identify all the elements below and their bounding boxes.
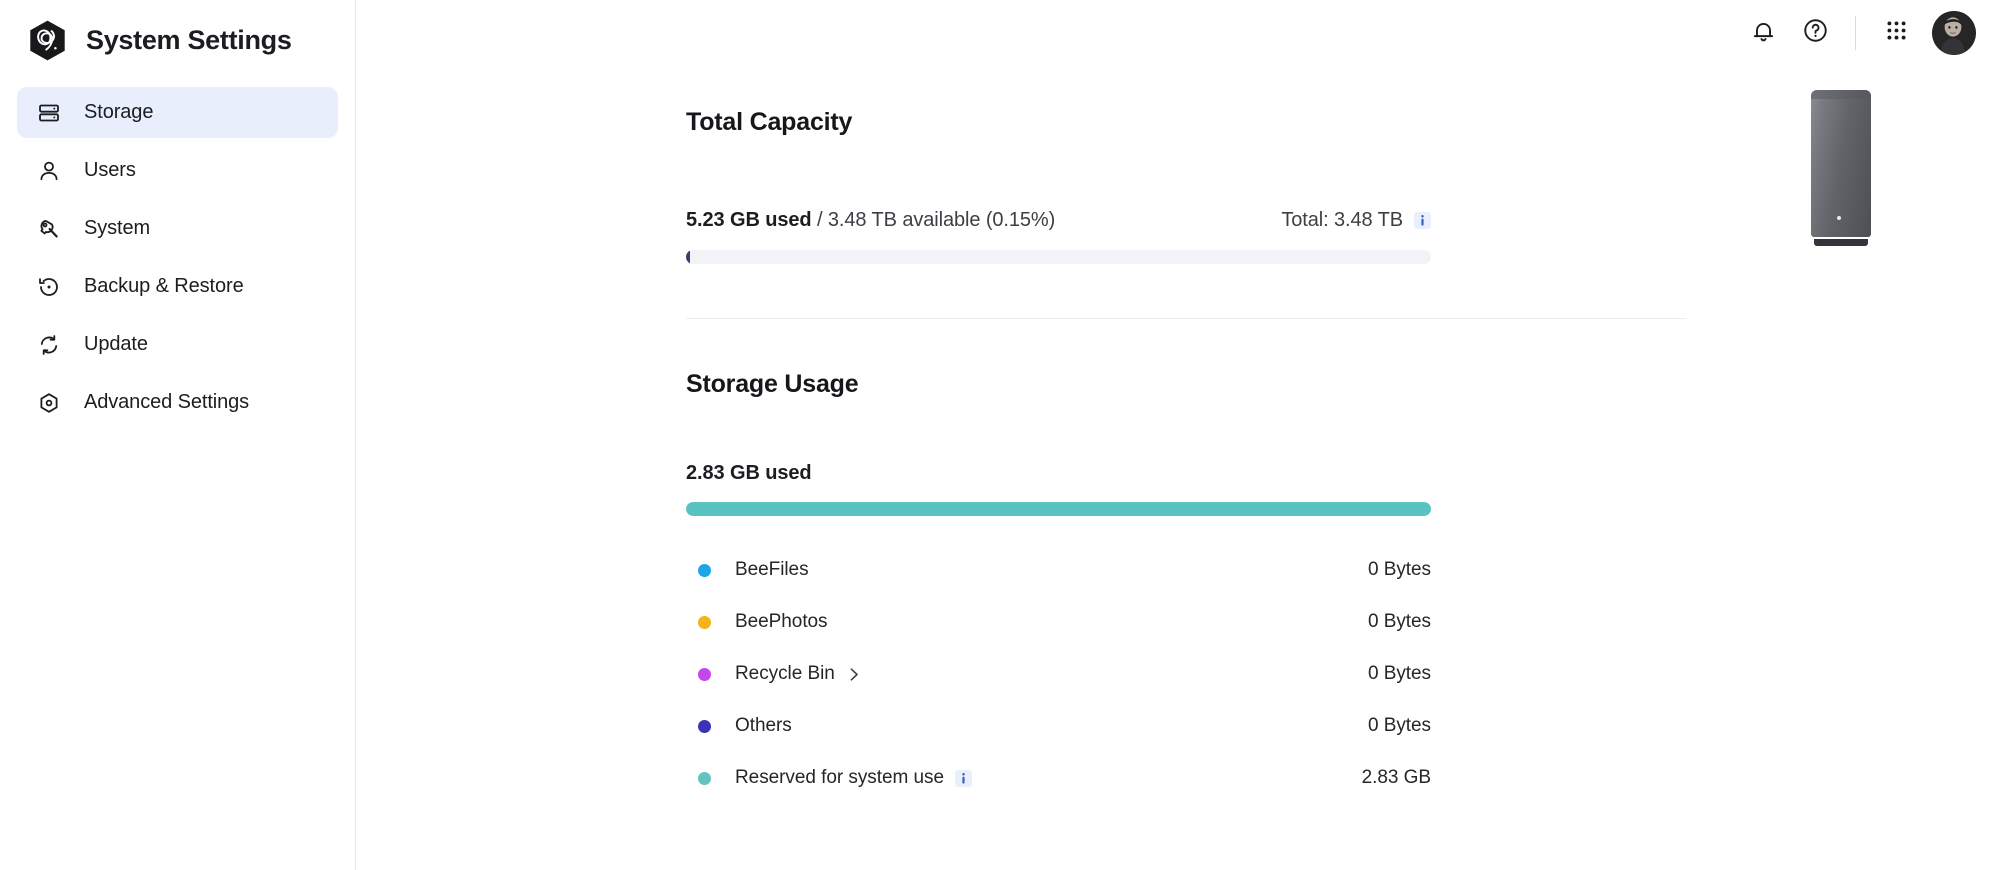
app-title: System Settings	[86, 24, 292, 55]
storage-usage-title: Storage Usage	[686, 370, 859, 398]
capacity-info-icon[interactable]	[1414, 212, 1431, 229]
refresh-sync-icon	[36, 332, 62, 358]
main-area: Total Capacity 5.23 GB used / 3.48 TB av…	[356, 0, 2000, 870]
bell-icon	[1750, 17, 1777, 49]
bee-hex-logo-icon	[26, 19, 69, 62]
storage-usage-progress-fill	[686, 502, 1431, 516]
sidebar-item-label: Users	[84, 159, 136, 181]
list-item[interactable]: Reserved for system use 2.83 GB	[686, 752, 1431, 804]
sidebar-item-advanced-settings[interactable]: Advanced Settings	[17, 377, 338, 428]
sidebar-item-label: Backup & Restore	[84, 275, 244, 297]
system-settings-window: System Settings Storage Users System Bac…	[0, 0, 2000, 870]
brand-header: System Settings	[0, 0, 355, 66]
sidebar-item-label: Update	[84, 333, 148, 355]
legend-value: 2.83 GB	[1361, 767, 1431, 788]
help-circle-icon	[1802, 17, 1829, 49]
capacity-used-text: 5.23 GB used / 3.48 TB available (0.15%)	[686, 209, 1055, 232]
sidebar-item-backup-restore[interactable]: Backup & Restore	[17, 261, 338, 312]
legend-value: 0 Bytes	[1367, 663, 1431, 684]
section-divider	[686, 318, 1686, 319]
capacity-total-text: Total: 3.48 TB	[1281, 209, 1403, 231]
list-item[interactable]: BeePhotos 0 Bytes	[686, 596, 1431, 648]
list-item[interactable]: Others 0 Bytes	[686, 700, 1431, 752]
total-capacity-progress-fill	[686, 250, 690, 264]
legend-value: 0 Bytes	[1367, 559, 1431, 580]
legend-color-dot	[698, 719, 711, 733]
restore-clock-icon	[36, 274, 62, 300]
legend-label: Others	[735, 715, 792, 736]
reserved-info-icon[interactable]	[954, 769, 972, 787]
wrench-icon	[36, 216, 62, 242]
storage-usage-progress-track	[686, 502, 1431, 516]
capacity-used-value: 5.23 GB used	[686, 209, 812, 231]
total-capacity-section: Total Capacity 5.23 GB used / 3.48 TB av…	[686, 90, 1871, 264]
sidebar-item-users[interactable]: Users	[17, 145, 338, 196]
nas-tower-device-illustration	[1808, 90, 1874, 246]
server-storage-icon	[36, 100, 62, 126]
list-item[interactable]: Recycle Bin 0 Bytes	[686, 648, 1431, 700]
sidebar-nav: Storage Users System Backup & Restore Up…	[0, 87, 355, 435]
legend-label: Reserved for system use	[735, 767, 944, 788]
legend-color-dot	[698, 615, 711, 629]
user-person-icon	[36, 158, 62, 184]
storage-usage-used-text: 2.83 GB used	[686, 462, 812, 484]
storage-usage-legend: BeeFiles 0 Bytes BeePhotos 0 Bytes Recyc…	[686, 544, 1431, 804]
apps-grid-icon	[1884, 18, 1909, 48]
topbar	[1737, 0, 2000, 66]
sidebar-item-label: Advanced Settings	[84, 391, 250, 413]
sidebar-item-update[interactable]: Update	[17, 319, 338, 370]
user-avatar[interactable]	[1932, 11, 1976, 55]
legend-value: 0 Bytes	[1367, 715, 1431, 736]
sidebar-item-system[interactable]: System	[17, 203, 338, 254]
sidebar: System Settings Storage Users System Bac…	[0, 0, 356, 870]
storage-usage-section: Storage Usage 2.83 GB used BeeFiles 0 By…	[686, 370, 1688, 804]
legend-color-dot	[698, 563, 711, 577]
legend-value: 0 Bytes	[1367, 611, 1431, 632]
topbar-divider	[1855, 16, 1856, 50]
sidebar-item-storage[interactable]: Storage	[17, 87, 338, 138]
sidebar-item-label: System	[84, 217, 151, 239]
legend-label: Recycle Bin	[735, 663, 835, 684]
notifications-button[interactable]	[1737, 7, 1789, 59]
total-capacity-progress-track	[686, 250, 1431, 264]
legend-label: BeeFiles	[735, 559, 809, 580]
capacity-available-text: / 3.48 TB available (0.15%)	[811, 209, 1056, 231]
sidebar-item-label: Storage	[84, 101, 154, 123]
list-item[interactable]: BeeFiles 0 Bytes	[686, 544, 1431, 596]
chevron-right-icon[interactable]	[845, 666, 862, 683]
apps-button[interactable]	[1870, 7, 1922, 59]
legend-color-dot	[698, 667, 711, 681]
help-button[interactable]	[1789, 7, 1841, 59]
legend-color-dot	[698, 771, 711, 785]
legend-label: BeePhotos	[735, 611, 828, 632]
hex-gear-icon	[36, 390, 62, 416]
total-capacity-title: Total Capacity	[686, 108, 853, 136]
